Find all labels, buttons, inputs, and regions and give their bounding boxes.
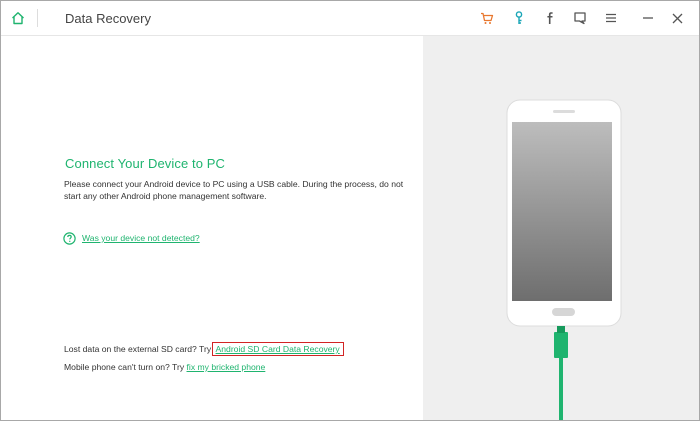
phone-earpiece <box>553 110 575 113</box>
feedback-icon <box>574 12 586 25</box>
facebook-button[interactable] <box>539 8 559 28</box>
device-not-detected-row: Was your device not detected? <box>63 231 200 245</box>
usb-connector-tip <box>557 326 565 333</box>
minimize-button[interactable] <box>638 8 658 28</box>
phone-home-button <box>552 308 575 316</box>
device-illustration-panel <box>423 36 699 420</box>
cart-icon <box>481 12 494 24</box>
title-separator <box>37 9 38 27</box>
connect-panel: Connect Your Device to PC Please connect… <box>1 36 423 420</box>
phone-illustration <box>506 99 622 420</box>
minimize-icon <box>643 17 653 19</box>
title-bar: Data Recovery <box>1 1 699 36</box>
home-icon <box>12 12 24 25</box>
help-icon <box>63 231 76 245</box>
key-icon <box>515 11 523 24</box>
feedback-button[interactable] <box>570 8 590 28</box>
close-icon <box>672 13 682 23</box>
cart-button[interactable] <box>477 8 497 28</box>
home-button[interactable] <box>8 9 28 27</box>
menu-button[interactable] <box>601 8 621 28</box>
sd-card-link-highlight: Android SD Card Data Recovery <box>211 342 344 356</box>
bricked-phone-row: Mobile phone can't turn on? Try fix my b… <box>64 362 265 372</box>
app-window: Data Recovery Connect Your Device to PC … <box>0 0 700 421</box>
fix-bricked-phone-link[interactable]: fix my bricked phone <box>187 362 266 372</box>
close-button[interactable] <box>667 8 687 28</box>
device-not-detected-link[interactable]: Was your device not detected? <box>82 233 200 243</box>
sd-card-recovery-link[interactable]: Android SD Card Data Recovery <box>216 344 340 354</box>
phone-screen <box>512 122 612 301</box>
page-title: Connect Your Device to PC <box>65 156 226 171</box>
connect-instructions: Please connect your Android device to PC… <box>64 179 404 201</box>
sd-card-prompt: Lost data on the external SD card? Try <box>64 344 212 354</box>
menu-icon <box>606 13 616 23</box>
usb-connector <box>554 332 568 358</box>
facebook-icon <box>547 12 553 24</box>
app-title: Data Recovery <box>65 11 151 26</box>
usb-cable <box>559 357 563 420</box>
register-button[interactable] <box>509 8 529 28</box>
bricked-phone-prompt: Mobile phone can't turn on? Try <box>64 362 185 372</box>
sd-card-row: Lost data on the external SD card? Try A… <box>64 342 344 356</box>
